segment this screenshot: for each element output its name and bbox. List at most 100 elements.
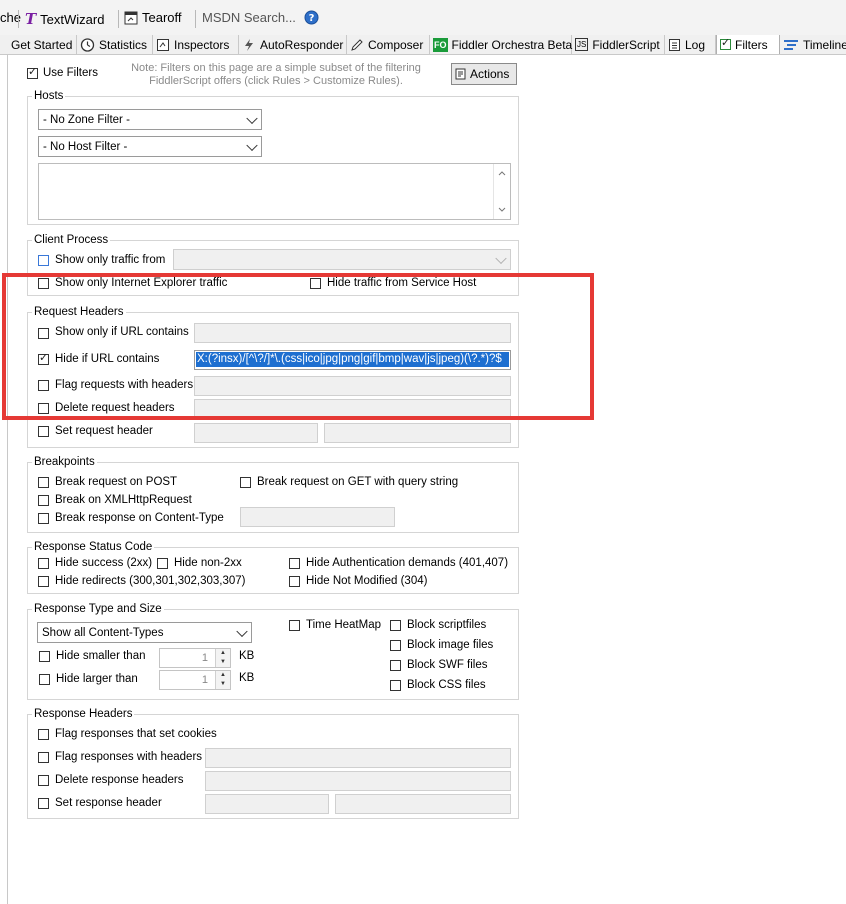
stepper-down-icon[interactable]: ▼	[215, 658, 230, 667]
hide-larger-checkbox[interactable]	[39, 674, 50, 685]
block-swf-checkbox[interactable]	[390, 660, 401, 671]
delete-response-headers-label: Delete response headers	[55, 774, 184, 786]
set-response-header-value-field[interactable]	[335, 794, 511, 814]
msdn-search-input[interactable]: MSDN Search...	[202, 10, 296, 25]
scroll-down-icon[interactable]	[498, 207, 506, 213]
show-only-traffic-from-checkbox[interactable]	[38, 255, 49, 266]
hosts-textarea[interactable]	[38, 163, 511, 220]
lightning-icon	[245, 38, 253, 51]
flag-response-headers-checkbox[interactable]	[38, 752, 49, 763]
break-get-checkbox[interactable]	[240, 477, 251, 488]
time-heatmap-label: Time HeatMap	[306, 619, 381, 631]
tab-autoresponder[interactable]: AutoResponder	[239, 35, 347, 54]
tab-inspectors[interactable]: Inspectors	[153, 35, 239, 54]
break-xhr-label: Break on XMLHttpRequest	[55, 494, 192, 506]
hide-smaller-stepper[interactable]: 1 ▲ ▼	[159, 648, 231, 668]
content-types-select[interactable]: Show all Content-Types	[37, 622, 252, 643]
tearoff-button[interactable]: Tearoff	[124, 10, 182, 25]
set-request-header-name-field[interactable]	[194, 423, 318, 443]
textwizard-button[interactable]: T TextWizard	[25, 10, 104, 28]
scroll-up-icon[interactable]	[498, 170, 506, 176]
flag-response-headers-field[interactable]	[205, 748, 511, 768]
block-script-label: Block scriptfiles	[407, 619, 487, 631]
content-types-value: Show all Content-Types	[42, 626, 164, 639]
toolbar-separator	[18, 10, 19, 28]
tab-fiddlerscript[interactable]: JS FiddlerScript	[572, 35, 665, 54]
svg-text:?: ?	[309, 13, 315, 24]
response-headers-title: Response Headers	[32, 708, 135, 720]
chevron-down-icon	[246, 112, 258, 124]
flag-cookies-label: Flag responses that set cookies	[55, 728, 217, 740]
hide-redirects-label: Hide redirects (300,301,302,303,307)	[55, 575, 246, 587]
break-xhr-checkbox[interactable]	[38, 495, 49, 506]
hide-auth-checkbox[interactable]	[289, 558, 300, 569]
hide-larger-stepper[interactable]: 1 ▲ ▼	[159, 670, 231, 690]
js-icon: JS	[575, 38, 589, 51]
main-toolbar: che T TextWizard Tearoff MSDN Search... …	[0, 0, 846, 37]
tab-label: Filters	[735, 37, 768, 52]
set-response-header-checkbox[interactable]	[38, 798, 49, 809]
hide-non2xx-label: Hide non-2xx	[174, 557, 242, 569]
tab-label: Fiddler Orchestra Beta	[451, 37, 573, 52]
hide-not-modified-label: Hide Not Modified (304)	[306, 575, 428, 587]
host-filter-select[interactable]: - No Host Filter -	[38, 136, 262, 157]
delete-response-headers-checkbox[interactable]	[38, 775, 49, 786]
tab-timeline[interactable]: Timeline	[780, 35, 846, 54]
hide-not-modified-checkbox[interactable]	[289, 576, 300, 587]
tab-label: Composer	[368, 37, 424, 52]
break-content-type-checkbox[interactable]	[38, 513, 49, 524]
zone-filter-select[interactable]: - No Zone Filter -	[38, 109, 262, 130]
msdn-search-placeholder: MSDN Search...	[202, 10, 296, 25]
hosts-group-title: Hosts	[32, 90, 66, 102]
hosts-scrollbar[interactable]	[493, 164, 510, 219]
pencil-icon	[351, 38, 363, 51]
hide-smaller-unit: KB	[239, 650, 255, 662]
tab-composer[interactable]: Composer	[347, 35, 430, 54]
block-script-checkbox[interactable]	[390, 620, 401, 631]
help-button[interactable]: ?	[304, 10, 319, 25]
hide-smaller-checkbox[interactable]	[39, 651, 50, 662]
process-select[interactable]	[173, 249, 511, 270]
filters-note: Note: Filters on this page are a simple …	[131, 62, 421, 87]
set-response-header-name-field[interactable]	[205, 794, 329, 814]
block-swf-label: Block SWF files	[407, 659, 488, 671]
tearoff-label: Tearoff	[142, 10, 182, 25]
delete-response-headers-field[interactable]	[205, 771, 511, 791]
status-code-title: Response Status Code	[32, 541, 155, 553]
flag-response-headers-label: Flag responses with headers	[55, 751, 203, 763]
tab-fiddler-orchestra[interactable]: FO Fiddler Orchestra Beta	[430, 35, 572, 54]
hide-smaller-label: Hide smaller than	[56, 650, 146, 662]
host-filter-value: - No Host Filter -	[43, 140, 128, 153]
tab-label: Timeline	[803, 37, 846, 52]
stepper-up-icon[interactable]: ▲	[215, 671, 230, 680]
set-request-header-label: Set request header	[55, 425, 153, 437]
tab-statistics[interactable]: Statistics	[77, 35, 153, 54]
hide-larger-label: Hide larger than	[56, 673, 138, 685]
hide-success-checkbox[interactable]	[38, 558, 49, 569]
hide-redirects-checkbox[interactable]	[38, 576, 49, 587]
checkbox-icon	[720, 37, 731, 50]
hide-smaller-value: 1	[201, 652, 208, 664]
tab-get-started[interactable]: Get Started	[8, 35, 77, 54]
stepper-up-icon[interactable]: ▲	[215, 649, 230, 658]
tab-filters[interactable]: Filters	[716, 35, 780, 54]
tab-log[interactable]: Log	[665, 35, 716, 54]
set-request-header-checkbox[interactable]	[38, 426, 49, 437]
panel-border	[7, 54, 8, 904]
use-filters-checkbox[interactable]	[27, 66, 38, 79]
hide-larger-unit: KB	[239, 672, 255, 684]
break-content-type-field[interactable]	[240, 507, 395, 527]
stepper-down-icon[interactable]: ▼	[215, 680, 230, 689]
type-size-title: Response Type and Size	[32, 603, 164, 615]
flag-cookies-checkbox[interactable]	[38, 729, 49, 740]
actions-button[interactable]: Actions	[451, 63, 517, 85]
chevron-down-icon	[246, 139, 258, 151]
break-post-checkbox[interactable]	[38, 477, 49, 488]
block-css-checkbox[interactable]	[390, 680, 401, 691]
time-heatmap-checkbox[interactable]	[289, 620, 300, 631]
toolbar-separator	[195, 10, 196, 28]
hide-non2xx-checkbox[interactable]	[157, 558, 168, 569]
break-post-label: Break request on POST	[55, 476, 178, 488]
block-image-checkbox[interactable]	[390, 640, 401, 651]
set-request-header-value-field[interactable]	[324, 423, 511, 443]
